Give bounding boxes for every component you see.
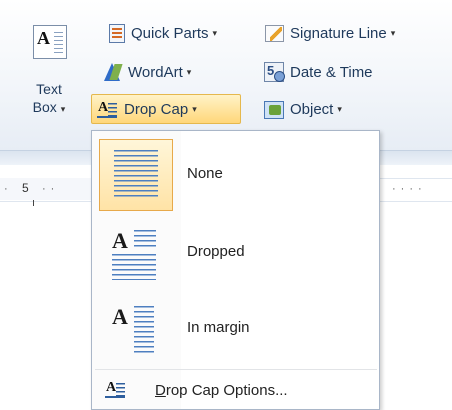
drop-cap-options-label-rest: rop Cap Options...	[165, 382, 288, 399]
chevron-down-icon: ▾	[212, 27, 218, 38]
text-lines-graphic	[134, 230, 156, 247]
text-box-letter: A	[37, 28, 50, 48]
drop-cap-dropped-icon: A	[99, 217, 173, 289]
text-box-label-text: Box	[32, 99, 57, 115]
quick-parts-label: Quick Parts	[131, 24, 209, 42]
chevron-down-icon: ▾	[186, 66, 192, 77]
object-label: Object	[290, 100, 334, 118]
drop-cap-none-icon	[99, 139, 173, 211]
drop-cap-letter: A	[112, 304, 128, 329]
signature-line-button[interactable]: Signature Line ▾	[264, 22, 395, 44]
signature-line-icon	[264, 23, 284, 43]
text-box-label-line2: Box ▾	[24, 98, 74, 118]
wordart-label: WordArt	[128, 63, 183, 81]
drop-cap-in-margin-icon: A	[99, 293, 173, 365]
wordart-icon	[102, 62, 122, 82]
date-time-button[interactable]: Date & Time	[264, 61, 373, 83]
drop-cap-small-icon: A	[105, 379, 127, 399]
drop-cap-options-icon: A	[105, 379, 132, 404]
text-box-button[interactable]: A Text Box ▾	[24, 20, 74, 128]
menu-separator	[95, 369, 377, 370]
chevron-down-icon: ▾	[337, 103, 342, 114]
menu-item-label: Dropped	[187, 243, 245, 260]
quick-parts-icon	[109, 23, 125, 43]
drop-cap-letter: A	[112, 228, 128, 253]
ruler-dots-right: ····	[392, 183, 427, 195]
text-lines-graphic	[114, 150, 158, 200]
signature-line-label: Signature Line	[290, 24, 387, 42]
drop-cap-button[interactable]: A Drop Cap ▾	[91, 94, 241, 124]
chevron-down-icon: ▾	[192, 103, 197, 114]
object-button[interactable]: Object ▾	[264, 98, 342, 120]
date-time-label: Date & Time	[290, 63, 373, 81]
drop-cap-options-accelerator: D	[155, 382, 166, 399]
drop-cap-menu: None A Dropped A In margin A Drop Cap Op…	[91, 130, 380, 410]
drop-cap-options-item[interactable]: A Drop Cap Options...	[95, 375, 377, 405]
menu-item-in-margin[interactable]: A In margin	[95, 291, 377, 367]
ruler-number: 5	[22, 181, 29, 195]
object-icon	[264, 99, 284, 119]
quick-parts-button[interactable]: Quick Parts ▾	[107, 22, 217, 44]
text-lines-graphic	[134, 306, 154, 356]
drop-cap-icon: A	[97, 99, 119, 119]
date-time-icon	[264, 62, 285, 82]
ruler-dots-left2: ··	[42, 183, 60, 195]
menu-item-label: None	[187, 165, 223, 182]
drop-cap-label: Drop Cap	[124, 100, 189, 118]
menu-item-none[interactable]: None	[95, 137, 377, 213]
ruler-tick	[33, 200, 34, 206]
chevron-down-icon: ▾	[60, 104, 66, 114]
menu-item-dropped[interactable]: A Dropped	[95, 215, 377, 291]
text-box-icon: A	[33, 25, 67, 59]
drop-cap-options-label: Drop Cap Options...	[155, 382, 288, 399]
text-lines-graphic	[112, 254, 156, 280]
chevron-down-icon: ▾	[390, 27, 396, 38]
wordart-button[interactable]: WordArt ▾	[102, 61, 191, 83]
menu-item-label: In margin	[187, 319, 250, 336]
text-box-label: Text Box ▾	[24, 80, 74, 118]
text-box-lines	[54, 32, 63, 54]
text-box-label-line1: Text	[36, 81, 62, 97]
ruler-dots-left: ·	[4, 183, 13, 195]
